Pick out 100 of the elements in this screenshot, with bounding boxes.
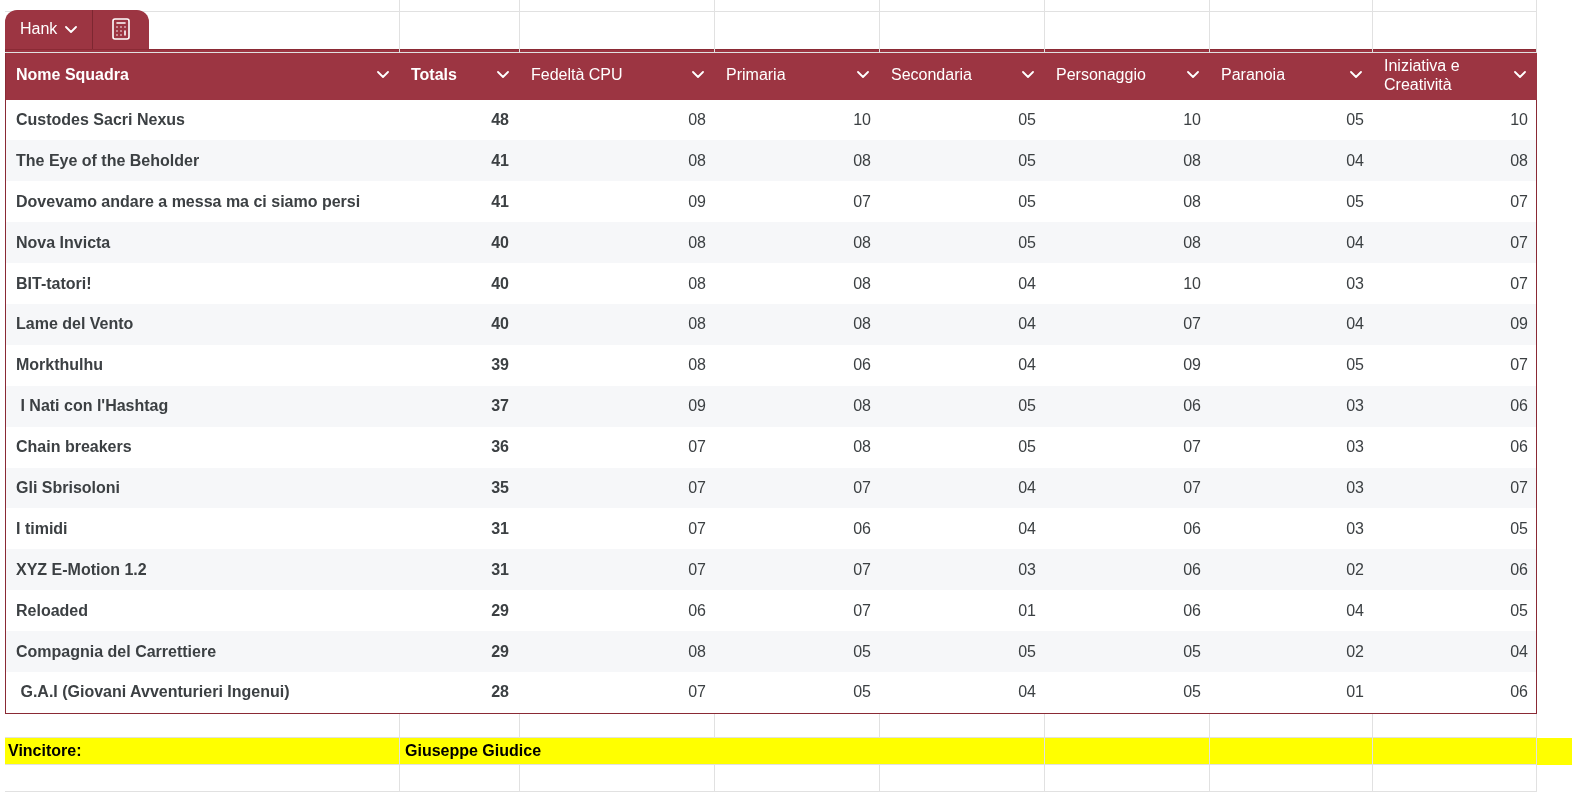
team-name-cell-text: Chain breakers — [15, 437, 133, 458]
score-cell-text: 08 — [1182, 191, 1202, 212]
score-cell-text: 01 — [1017, 600, 1037, 621]
score-cell-text: 04 — [1017, 682, 1037, 703]
score-cell-text: 03 — [1345, 273, 1365, 294]
score-cell-text: 07 — [852, 600, 872, 621]
column-header[interactable]: Iniziativa e Creatività — [1374, 49, 1538, 100]
score-cell-text: 07 — [1509, 477, 1529, 498]
score-cell-text: 08 — [687, 314, 707, 335]
score-cell-text: 09 — [1509, 314, 1529, 335]
score-cell-text: 08 — [852, 437, 872, 458]
score-cell-text: 05 — [1182, 682, 1202, 703]
team-name-cell-text: BIT-tatori! — [15, 273, 93, 294]
score-cell-text: 05 — [1509, 600, 1529, 621]
score-cell-text: 05 — [1509, 518, 1529, 539]
score-cell-text: 07 — [687, 559, 707, 580]
score-cell-text: 05 — [1017, 109, 1037, 130]
score-cell-text: 05 — [1345, 191, 1365, 212]
winner-name: Giuseppe Giudice — [400, 738, 880, 766]
score-cell-text: 05 — [852, 641, 872, 662]
score-cell-text: 06 — [1509, 559, 1529, 580]
score-cell-text: 05 — [1017, 641, 1037, 662]
score-cell-text: 05 — [1017, 150, 1037, 171]
score-cell-text: 08 — [852, 150, 872, 171]
score-cell-text: 05 — [1345, 109, 1365, 130]
column-header[interactable]: Nome Squadra — [6, 49, 401, 100]
score-cell-text: 08 — [687, 150, 707, 171]
score-cell-text: 08 — [852, 273, 872, 294]
score-cell-text: 08 — [852, 396, 872, 417]
chevron-down-icon — [1022, 71, 1034, 78]
chevron-down-icon — [1350, 71, 1362, 78]
score-cell-text: 06 — [852, 518, 872, 539]
total-cell-text: 40 — [490, 314, 510, 335]
score-cell-text: 04 — [1017, 477, 1037, 498]
column-header[interactable]: Totals — [401, 49, 521, 100]
score-cell-text: 04 — [1345, 314, 1365, 335]
score-cell-text: 04 — [1345, 600, 1365, 621]
total-cell-text: 31 — [490, 518, 510, 539]
score-cell-text: 10 — [1509, 109, 1529, 130]
score-cell-text: 07 — [687, 477, 707, 498]
total-cell-text: 36 — [490, 437, 510, 458]
score-cell-text: 02 — [1345, 559, 1365, 580]
score-cell-text: 05 — [1017, 232, 1037, 253]
score-cell-text: 02 — [1345, 641, 1365, 662]
score-cell-text: 08 — [1182, 150, 1202, 171]
score-cell-text: 05 — [1017, 437, 1037, 458]
team-name-cell-text: Reloaded — [15, 600, 89, 621]
score-cell-text: 04 — [1017, 314, 1037, 335]
total-cell-text: 28 — [490, 682, 510, 703]
chevron-down-icon — [497, 71, 509, 78]
total-cell-text: 41 — [490, 150, 510, 171]
score-cell-text: 07 — [852, 191, 872, 212]
score-cell-text: 09 — [687, 191, 707, 212]
total-cell-text: 31 — [490, 559, 510, 580]
score-cell-text: 05 — [1345, 355, 1365, 376]
score-cell-text: 06 — [1182, 559, 1202, 580]
total-cell-text: 40 — [490, 273, 510, 294]
score-cell-text: 07 — [1509, 355, 1529, 376]
column-header[interactable]: Fedeltà CPU — [521, 49, 716, 100]
team-name-cell-text: Nova Invicta — [15, 232, 112, 253]
score-cell-text: 05 — [1182, 641, 1202, 662]
total-cell-text: 29 — [490, 600, 510, 621]
score-cell-text: 06 — [1182, 518, 1202, 539]
total-cell-text: 41 — [490, 191, 510, 212]
score-cell-text: 06 — [1509, 682, 1529, 703]
score-cell-text: 03 — [1345, 518, 1365, 539]
score-cell-text: 03 — [1345, 396, 1365, 417]
chevron-down-icon — [1514, 71, 1526, 78]
score-cell-text: 03 — [1017, 559, 1037, 580]
score-cell-text: 04 — [1017, 518, 1037, 539]
column-header[interactable]: Paranoia — [1211, 49, 1374, 100]
score-cell-text: 05 — [852, 682, 872, 703]
column-header[interactable]: Secondaria — [881, 49, 1046, 100]
score-cell-text: 08 — [687, 232, 707, 253]
score-cell-text: 05 — [1017, 191, 1037, 212]
team-name-cell-text: Gli Sbrisoloni — [15, 477, 121, 498]
score-cell-text: 08 — [1509, 150, 1529, 171]
score-cell-text: 10 — [1182, 273, 1202, 294]
score-cell-text: 09 — [1182, 355, 1202, 376]
total-cell-text: 35 — [490, 477, 510, 498]
column-header[interactable]: Personaggio — [1046, 49, 1211, 100]
score-cell-text: 06 — [1182, 396, 1202, 417]
score-cell-text: 10 — [1182, 109, 1202, 130]
score-cell-text: 07 — [1509, 232, 1529, 253]
score-cell-text: 04 — [1345, 232, 1365, 253]
team-name-cell-text: The Eye of the Beholder — [15, 150, 201, 171]
column-header[interactable]: Primaria — [716, 49, 881, 100]
winner-label: Vincitore: — [5, 738, 400, 766]
team-name-cell-text: G.A.I (Giovani Avventurieri Ingenui) — [19, 682, 291, 703]
score-cell-text: 08 — [852, 232, 872, 253]
chevron-down-icon — [377, 71, 389, 78]
score-cell-text: 03 — [1345, 437, 1365, 458]
score-cell-text: 04 — [1017, 355, 1037, 376]
total-cell-text: 39 — [490, 355, 510, 376]
score-cell-text: 05 — [1017, 396, 1037, 417]
team-name-cell-text: Compagnia del Carrettiere — [15, 641, 218, 662]
team-name-cell-text: Dovevamo andare a messa ma ci siamo persi — [15, 191, 362, 212]
score-cell-text: 07 — [1182, 314, 1202, 335]
score-cell-text: 06 — [687, 600, 707, 621]
total-cell-text: 40 — [490, 232, 510, 253]
